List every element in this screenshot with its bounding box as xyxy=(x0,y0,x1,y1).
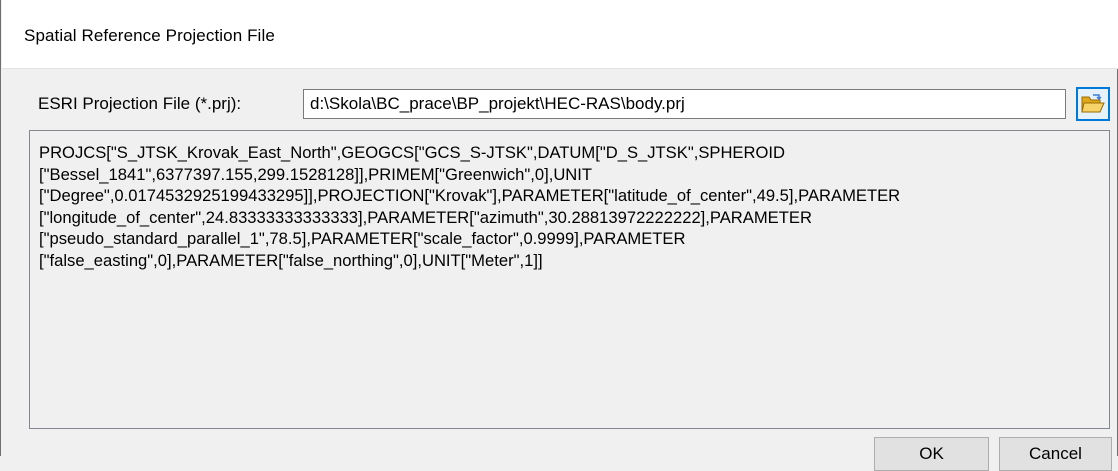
cancel-button[interactable]: Cancel xyxy=(999,437,1112,471)
dialog-titlebar: Spatial Reference Projection File xyxy=(2,0,1118,69)
projection-file-path-input[interactable] xyxy=(303,89,1066,119)
dialog-title: Spatial Reference Projection File xyxy=(24,26,275,45)
projection-definition-text[interactable]: PROJCS["S_JTSK_Krovak_East_North",GEOGCS… xyxy=(29,130,1110,429)
spatial-reference-dialog: Spatial Reference Projection File ESRI P… xyxy=(0,0,1118,471)
ok-button[interactable]: OK xyxy=(874,437,989,471)
browse-file-button[interactable] xyxy=(1076,87,1110,121)
open-folder-icon xyxy=(1081,94,1105,113)
projection-file-label: ESRI Projection File (*.prj): xyxy=(38,94,242,113)
